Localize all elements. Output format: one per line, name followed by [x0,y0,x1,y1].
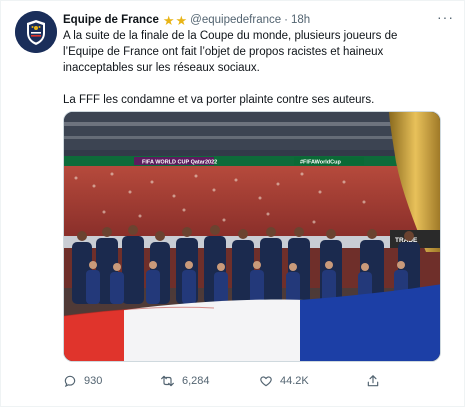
retweet-icon [161,375,174,387]
star-icon: ★ [175,12,188,28]
banner-text: FIFA WORLD CUP Qatar2022 [142,160,217,166]
display-name[interactable]: Equipe de France [63,14,159,26]
avatar[interactable] [15,11,57,53]
tweet-card[interactable]: Equipe de France ★ ★ @equipedefrance · 1… [0,0,465,407]
like-count: 44.2K [280,375,309,387]
tweet-media[interactable]: FIFA WORLD CUP Qatar2022 #FIFAWorldCup T… [63,111,441,362]
tweet-paragraph: La FFF les condamne et va porter plainte… [63,94,375,106]
like-button[interactable]: 44.2K [259,374,309,388]
handle[interactable]: @equipedefrance [190,14,281,26]
fff-logo-icon [15,11,57,53]
badges: ★ ★ [163,14,187,27]
retweet-button[interactable]: 6,284 [160,374,210,388]
banner-text: #FIFAWorldCup [300,160,341,166]
tweet-actions: 930 6,284 44.2K [63,372,393,390]
more-options-icon[interactable]: ··· [437,9,454,25]
reply-count: 930 [84,375,103,387]
reply-icon [64,375,76,388]
star-icon: ★ [162,12,175,28]
heart-icon [260,376,272,387]
team-photo: FIFA WORLD CUP Qatar2022 #FIFAWorldCup T… [64,112,440,361]
separator: · [284,14,288,26]
retweet-count: 6,284 [182,375,210,387]
tweet-header: Equipe de France ★ ★ @equipedefrance · 1… [63,11,443,29]
timestamp[interactable]: 18h [291,14,310,26]
reply-button[interactable]: 930 [63,374,102,388]
tweet-text: A la suite de la finale de la Coupe du m… [63,28,435,108]
share-icon [367,375,379,387]
share-button[interactable] [366,374,380,388]
tweet-paragraph: A la suite de la finale de la Coupe du m… [63,30,398,74]
